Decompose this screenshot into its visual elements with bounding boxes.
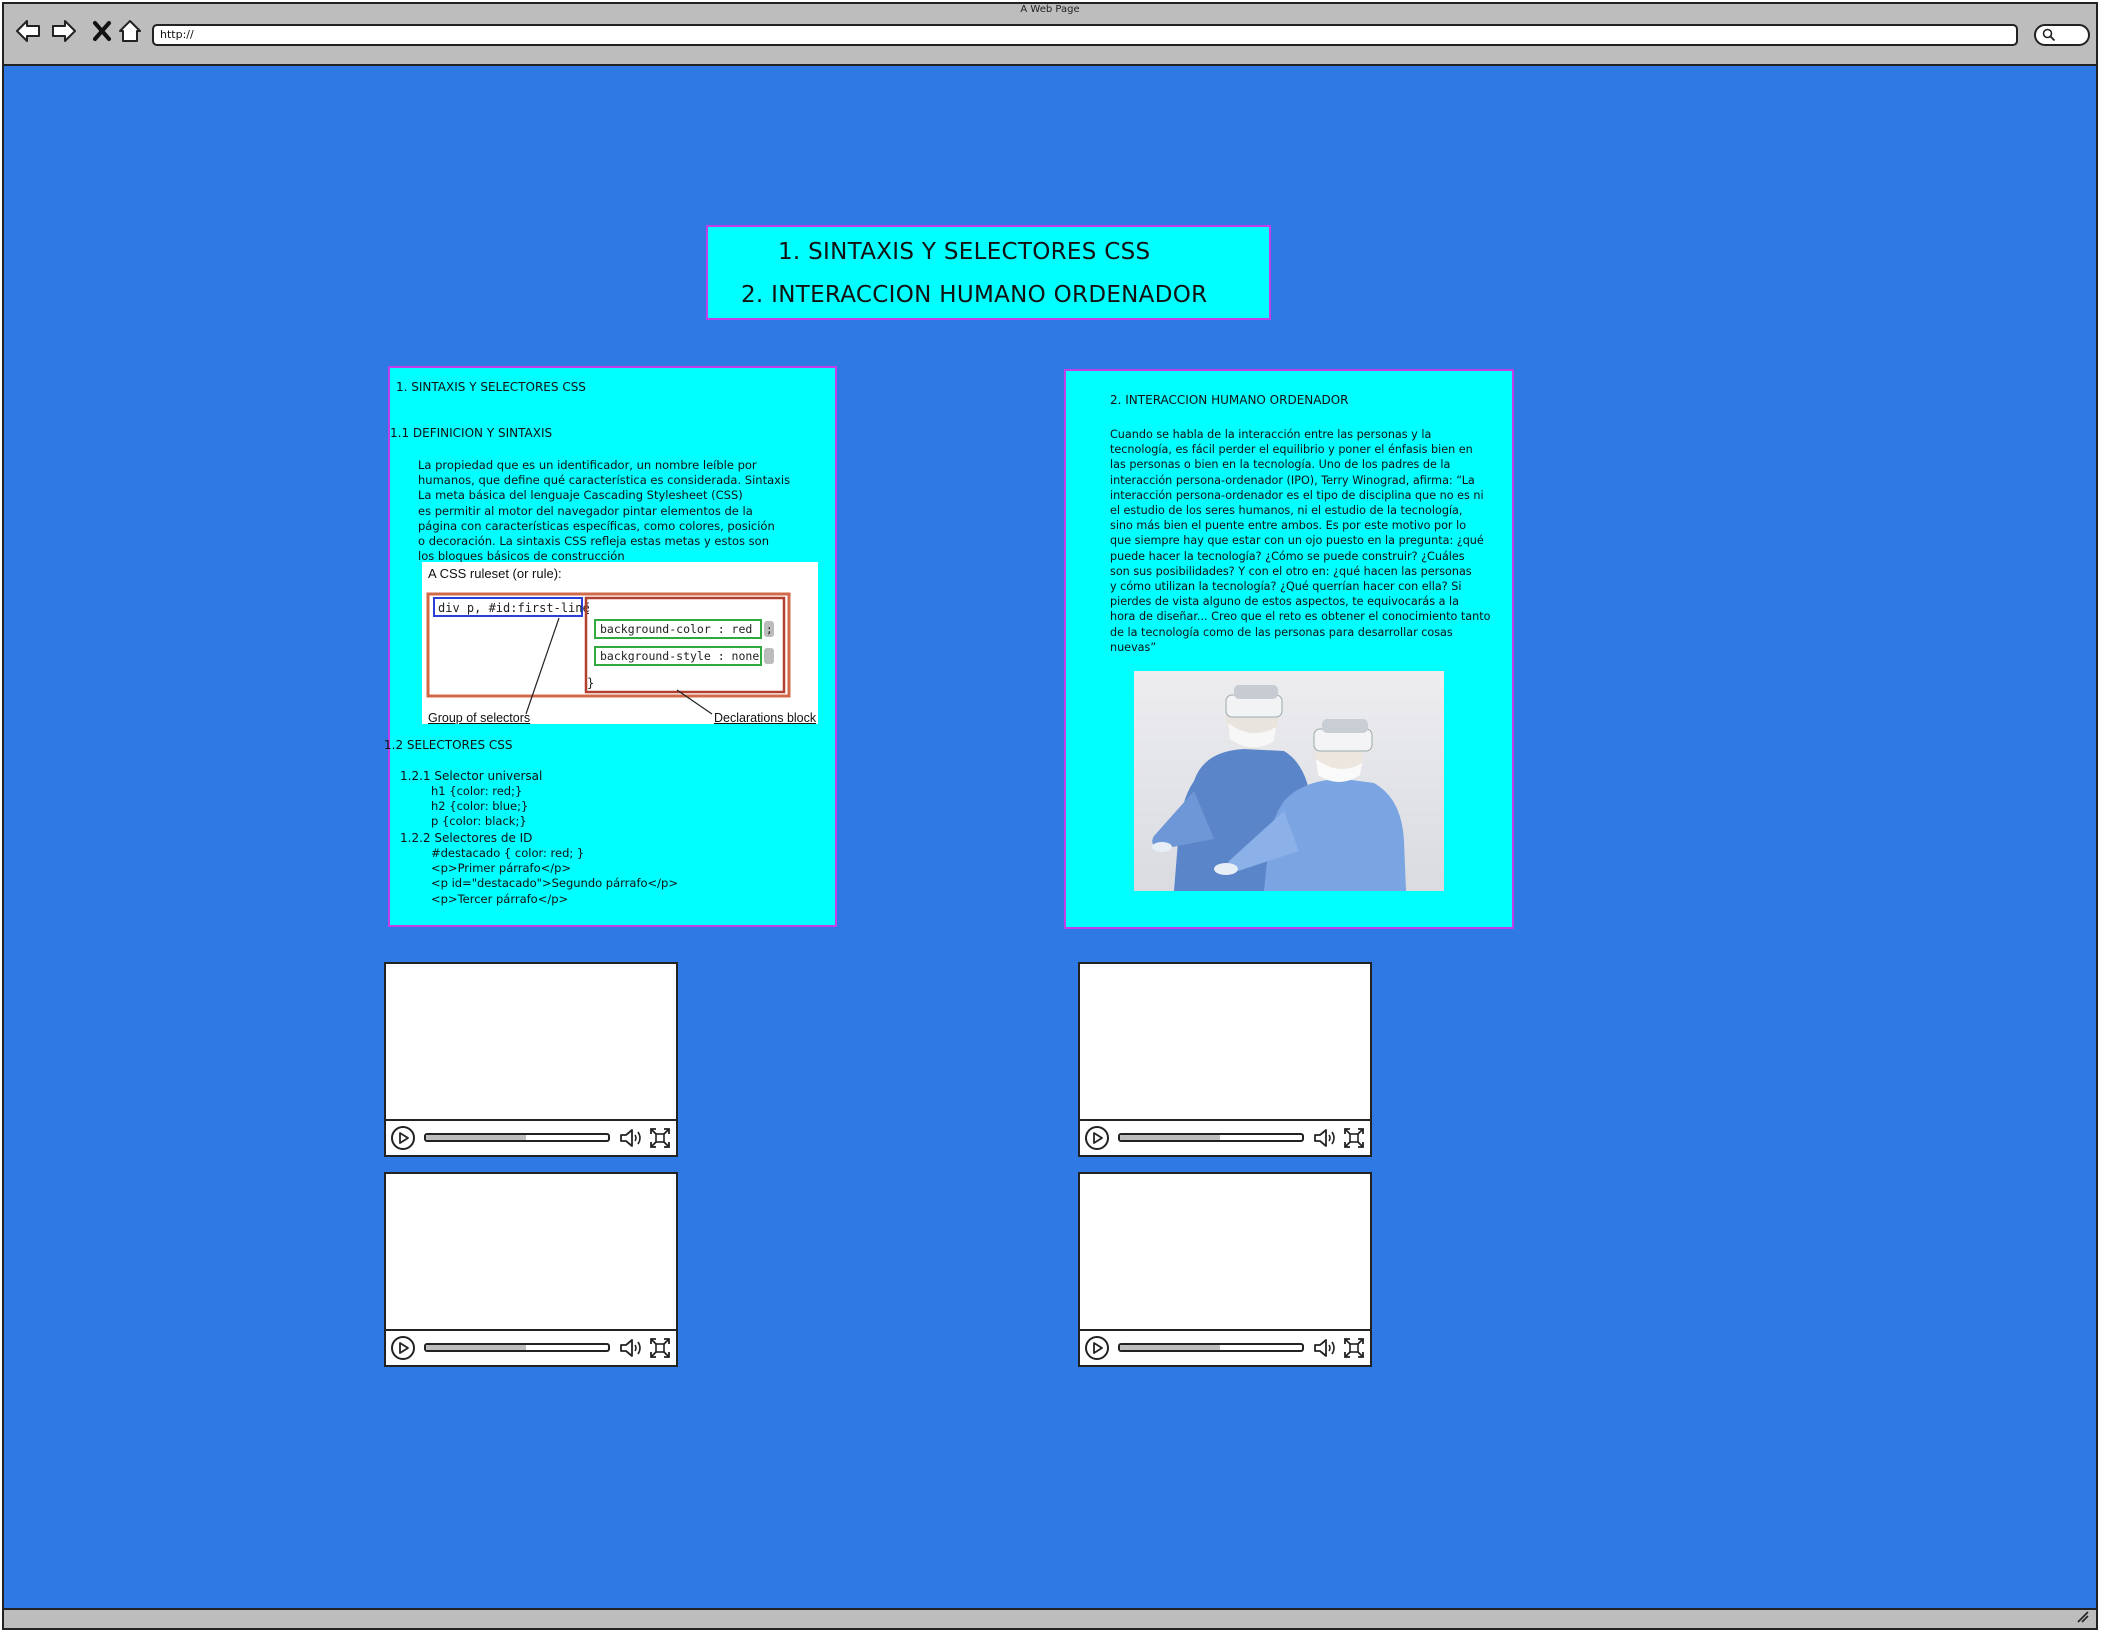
diagram-label-declarations: Declarations block [714,711,817,724]
subsection-heading: 1.1 DEFINICION Y SINTAXIS [390,426,553,440]
resize-grip-icon[interactable] [2076,1610,2090,1624]
video-progress-track[interactable] [424,1133,610,1142]
video-controls [1080,1329,1370,1365]
diagram-selector: div p, #id:first-line [438,601,590,615]
volume-icon[interactable] [1312,1127,1338,1149]
address-bar[interactable]: http:// [152,24,2018,46]
page-viewport[interactable]: 1. SINTAXIS Y SELECTORES CSS 2. INTERACC… [4,64,2096,1610]
title-item-interaccion[interactable]: 2. INTERACCION HUMANO ORDENADOR [741,282,1207,308]
fullscreen-icon[interactable] [1342,1336,1366,1360]
subsection-heading: 1.2 SELECTORES CSS [384,738,513,752]
fullscreen-icon[interactable] [648,1336,672,1360]
diagram-declaration-2: background-style : none [600,649,759,663]
video-controls [1080,1119,1370,1155]
video-progress-track[interactable] [1118,1343,1304,1352]
video-progress-fill [1120,1135,1221,1140]
universal-selector-examples: h1 {color: red;} h2 {color: blue;} p {co… [431,784,529,829]
video-progress-fill [426,1345,527,1350]
play-icon[interactable] [390,1125,416,1151]
video-controls [386,1119,676,1155]
section-heading: 2. INTERACCION HUMANO ORDENADOR [1110,393,1349,407]
status-bar [4,1606,2096,1628]
css-panel: 1. SINTAXIS Y SELECTORES CSS 1.1 DEFINIC… [384,366,837,927]
subsection-heading: 1.2.1 Selector universal [400,769,543,783]
video-player[interactable] [1078,962,1372,1157]
diagram-caption: A CSS ruleset (or rule): [428,566,562,581]
video-player[interactable] [384,962,678,1157]
definition-paragraph: La propiedad que es un identificador, un… [418,458,791,564]
video-progress-fill [1120,1345,1221,1350]
play-icon[interactable] [1084,1335,1110,1361]
fullscreen-icon[interactable] [648,1126,672,1150]
browser-toolbar: http:// [4,16,2096,62]
video-progress-track[interactable] [424,1343,610,1352]
surgeons-vr-photo [1134,671,1444,891]
video-progress-track[interactable] [1118,1133,1304,1142]
subsection-heading: 1.2.2 Selectores de ID [400,831,533,845]
forward-arrow-icon[interactable] [48,16,80,46]
fullscreen-icon[interactable] [1342,1126,1366,1150]
browser-window: A Web Page http:// 1. SINTAXIS Y SELECTO… [2,2,2098,1630]
home-icon[interactable] [114,16,146,46]
video-progress-fill [426,1135,527,1140]
id-selector-examples: #destacado { color: red; } <p>Primer pár… [431,846,678,906]
title-item-sintaxis[interactable]: 1. SINTAXIS Y SELECTORES CSS [778,239,1150,265]
video-player[interactable] [384,1172,678,1367]
svg-text:}: } [587,676,594,690]
volume-icon[interactable] [618,1337,644,1359]
hci-panel: 2. INTERACCION HUMANO ORDENADOR Cuando s… [1064,369,1514,929]
play-icon[interactable] [1084,1125,1110,1151]
browser-search-field[interactable] [2034,24,2090,46]
video-controls [386,1329,676,1365]
svg-text:;: ; [766,623,773,636]
play-icon[interactable] [390,1335,416,1361]
diagram-label-selectors: Group of selectors [428,711,530,724]
css-ruleset-diagram: A CSS ruleset (or rule): div p, #id:firs… [422,562,818,724]
volume-icon[interactable] [1312,1337,1338,1359]
search-icon [2042,28,2056,42]
volume-icon[interactable] [618,1127,644,1149]
title-panel: 1. SINTAXIS Y SELECTORES CSS 2. INTERACC… [706,225,1271,320]
diagram-declaration-1: background-color : red [600,622,752,636]
section-heading: 1. SINTAXIS Y SELECTORES CSS [396,380,586,394]
hci-paragraph: Cuando se habla de la interacción entre … [1110,428,1491,654]
video-player[interactable] [1078,1172,1372,1367]
back-arrow-icon[interactable] [12,16,44,46]
